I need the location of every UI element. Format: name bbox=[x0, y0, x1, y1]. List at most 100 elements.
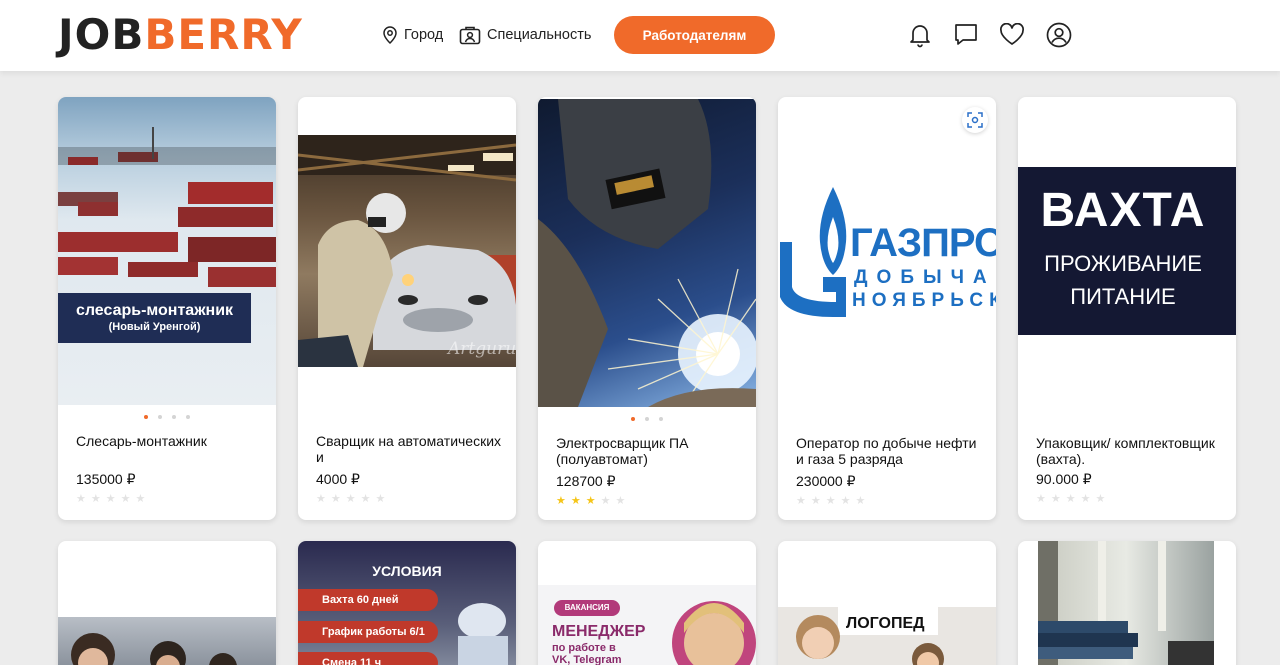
star-icon: ★ bbox=[556, 495, 566, 507]
logo-part-2: BERRY bbox=[144, 10, 303, 59]
carousel-dots[interactable] bbox=[58, 415, 276, 419]
star-icon: ★ bbox=[345, 493, 356, 505]
job-salary: 135000 ₽ bbox=[76, 471, 136, 487]
star-icon: ★ bbox=[120, 493, 131, 505]
job-card[interactable]: УСЛОВИЯ Вахта 60 дней График работы 6/1 … bbox=[298, 541, 516, 665]
job-card[interactable]: слесарь-монтажник (Новый Уренгой) Слесар… bbox=[58, 97, 276, 520]
heart-icon bbox=[1000, 23, 1024, 45]
condition-item: Смена 11 ч bbox=[298, 652, 438, 665]
job-card-image bbox=[58, 617, 276, 665]
star-icon: ★ bbox=[1065, 493, 1076, 505]
carousel-dots[interactable] bbox=[538, 417, 756, 421]
star-icon: ★ bbox=[840, 495, 851, 507]
job-title[interactable]: Электросварщик ПА (полуавтомат) bbox=[556, 435, 746, 467]
star-icon: ★ bbox=[360, 493, 371, 505]
job-card[interactable]: ВАХТА ПРОЖИВАНИЕ ПИТАНИЕ Упаковщик/ комп… bbox=[1018, 97, 1236, 520]
job-card[interactable] bbox=[58, 541, 276, 665]
star-icon: ★ bbox=[1080, 493, 1091, 505]
employers-button[interactable]: Работодателям bbox=[614, 16, 775, 54]
star-icon: ★ bbox=[330, 493, 341, 505]
job-card-image: ЛОГОПЕД bbox=[778, 607, 996, 665]
star-icon: ★ bbox=[316, 493, 326, 505]
carousel-dot[interactable] bbox=[186, 415, 190, 419]
job-title[interactable]: Оператор по добыче нефти и газа 5 разряд… bbox=[796, 435, 986, 467]
rating-stars: ★ ★ ★ ★ ★ bbox=[556, 496, 625, 507]
carousel-dot[interactable] bbox=[144, 415, 148, 419]
rating-stars: ★ ★ ★ ★ ★ bbox=[796, 496, 865, 507]
job-card-image: слесарь-монтажник (Новый Уренгой) bbox=[58, 97, 276, 405]
job-card[interactable]: ГАЗПРОМ ДОБЫЧА НОЯБРЬСК Оператор по добы… bbox=[778, 97, 996, 520]
image-caption: слесарь-монтажник bbox=[75, 302, 234, 319]
star-icon: ★ bbox=[570, 495, 581, 507]
star-icon: ★ bbox=[600, 495, 611, 507]
condition-item: График работы 6/1 bbox=[298, 621, 438, 643]
people-photo bbox=[71, 633, 237, 665]
banner-sub: по работе в VK, Telegram bbox=[552, 642, 622, 665]
carousel-dot[interactable] bbox=[659, 417, 663, 421]
banner-line-3: ПИТАНИЕ bbox=[1070, 284, 1176, 309]
banner-heading: МЕНЕДЖЕР bbox=[552, 623, 646, 640]
image-search-button[interactable] bbox=[962, 107, 988, 133]
star-icon: ★ bbox=[375, 493, 386, 505]
job-card-image: Artguru bbox=[298, 135, 516, 367]
carousel-dot[interactable] bbox=[158, 415, 162, 419]
specialty-selector[interactable]: Специальность bbox=[459, 24, 591, 46]
star-icon: ★ bbox=[1095, 493, 1106, 505]
star-icon: ★ bbox=[135, 493, 146, 505]
city-selector[interactable]: Город bbox=[382, 24, 443, 46]
notifications-button[interactable] bbox=[907, 22, 933, 48]
carousel-dot[interactable] bbox=[172, 415, 176, 419]
job-title[interactable]: Слесарь-монтажник bbox=[76, 433, 266, 449]
job-card[interactable]: Artguru Сварщик на автоматических и 4000… bbox=[298, 97, 516, 520]
job-title[interactable]: Упаковщик/ комплектовщик (вахта). bbox=[1036, 435, 1226, 467]
worker-photo bbox=[458, 603, 508, 665]
job-title[interactable]: Сварщик на автоматических и bbox=[316, 433, 506, 465]
jobberry-logo[interactable]: JOBBERRY bbox=[58, 12, 303, 58]
job-salary: 128700 ₽ bbox=[556, 473, 616, 489]
messages-button[interactable] bbox=[953, 22, 979, 48]
star-icon: ★ bbox=[105, 493, 116, 505]
rating-stars: ★ ★ ★ ★ ★ bbox=[316, 494, 385, 505]
chat-icon bbox=[955, 24, 977, 45]
banner-heading: ВАХТА bbox=[1040, 184, 1206, 237]
banner-heading: ЛОГОПЕД bbox=[846, 615, 925, 632]
image-caption-sub: (Новый Уренгой) bbox=[108, 321, 201, 333]
condition-item: Вахта 60 дней bbox=[298, 589, 438, 611]
manager-photo bbox=[672, 601, 756, 665]
city-label: Город bbox=[404, 27, 444, 43]
rating-stars: ★ ★ ★ ★ ★ bbox=[76, 494, 145, 505]
profile-button[interactable] bbox=[1046, 22, 1072, 48]
job-card[interactable]: ЛОГОПЕД bbox=[778, 541, 996, 665]
rating-stars: ★ ★ ★ ★ ★ bbox=[1036, 494, 1105, 505]
carousel-dot[interactable] bbox=[631, 417, 635, 421]
star-icon: ★ bbox=[1050, 493, 1061, 505]
job-card-image: УСЛОВИЯ Вахта 60 дней График работы 6/1 … bbox=[298, 541, 516, 665]
logo-line-3: НОЯБРЬСК bbox=[852, 290, 996, 311]
job-card[interactable]: ВАКАНСИЯ МЕНЕДЖЕР по работе в VK, Telegr… bbox=[538, 541, 756, 665]
job-card[interactable] bbox=[1018, 541, 1236, 665]
logo-part-1: JOB bbox=[58, 10, 145, 59]
welder-car-illustration bbox=[298, 135, 516, 367]
banner-line-2: ПРОЖИВАНИЕ bbox=[1044, 251, 1202, 276]
banner-heading: УСЛОВИЯ bbox=[372, 563, 442, 579]
specialty-label: Специальность bbox=[487, 27, 592, 43]
star-icon: ★ bbox=[855, 495, 866, 507]
vacancy-badge: ВАКАНСИЯ bbox=[554, 600, 620, 616]
job-salary: 4000 ₽ bbox=[316, 471, 360, 487]
office-books-photo bbox=[1038, 541, 1214, 665]
job-salary: 90.000 ₽ bbox=[1036, 471, 1092, 487]
user-icon bbox=[1046, 22, 1072, 48]
star-icon: ★ bbox=[615, 495, 626, 507]
image-watermark: Artguru bbox=[448, 339, 516, 359]
job-card[interactable]: Электросварщик ПА (полуавтомат) 128700 ₽… bbox=[538, 97, 756, 520]
star-icon: ★ bbox=[825, 495, 836, 507]
arctic-camp-illustration bbox=[58, 127, 276, 343]
location-pin-icon bbox=[383, 26, 397, 44]
top-header: JOBBERRY Город Специальность Работодател… bbox=[0, 0, 1280, 71]
briefcase-user-icon bbox=[459, 26, 481, 45]
star-icon: ★ bbox=[90, 493, 101, 505]
job-salary: 230000 ₽ bbox=[796, 473, 856, 489]
job-card-image bbox=[1038, 541, 1214, 665]
carousel-dot[interactable] bbox=[645, 417, 649, 421]
favorites-button[interactable] bbox=[999, 22, 1025, 48]
